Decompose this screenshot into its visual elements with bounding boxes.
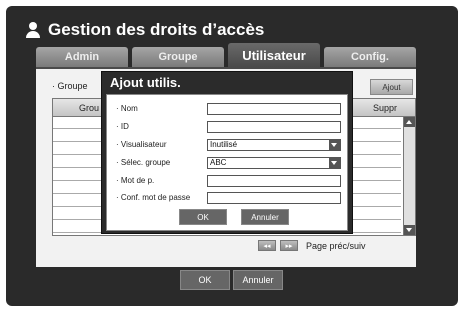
- viewer-select[interactable]: Inutilisé: [207, 139, 341, 151]
- group-filter-label: · Groupe: [52, 81, 88, 91]
- group-select-value: ABC: [210, 158, 227, 167]
- column-group-header: Grou: [79, 103, 100, 113]
- password-input[interactable]: [207, 175, 341, 187]
- field-row-id: · ID: [107, 121, 347, 135]
- dialog-body: · Nom · ID · Visualisateur Inutilisé · S…: [106, 94, 348, 231]
- dialog-cancel-button[interactable]: Annuler: [241, 209, 289, 225]
- password-label: · Mot de p.: [116, 176, 155, 185]
- id-input[interactable]: [207, 121, 341, 133]
- ok-button[interactable]: OK: [180, 270, 230, 290]
- tab-utilisateur[interactable]: Utilisateur: [228, 43, 320, 67]
- add-user-button[interactable]: Ajout: [370, 79, 413, 95]
- dialog-ok-button[interactable]: OK: [179, 209, 227, 225]
- scroll-up-icon[interactable]: [404, 117, 415, 127]
- confirm-password-input[interactable]: [207, 192, 341, 204]
- field-row-name: · Nom: [107, 103, 347, 117]
- page-header: Gestion des droits d’accès: [26, 17, 264, 43]
- field-row-password: · Mot de p.: [107, 175, 347, 189]
- scroll-down-icon[interactable]: [404, 225, 415, 235]
- group-select-label: · Sélec. groupe: [116, 158, 171, 167]
- viewer-select-value: Inutilisé: [210, 140, 238, 149]
- add-user-dialog: Ajout utilis. · Nom · ID · Visualisateur…: [101, 71, 353, 234]
- chevron-down-icon[interactable]: [329, 140, 340, 150]
- cancel-button[interactable]: Annuler: [233, 270, 283, 290]
- dialog-title: Ajout utilis.: [110, 75, 181, 90]
- prev-page-button[interactable]: ◂◂: [258, 240, 276, 251]
- table-scrollbar[interactable]: [403, 117, 415, 235]
- column-delete-header: Suppr: [373, 103, 398, 113]
- field-row-viewer: · Visualisateur Inutilisé: [107, 139, 347, 153]
- name-label: · Nom: [116, 104, 138, 113]
- field-row-confirm-password: · Conf. mot de passe: [107, 192, 347, 206]
- pager-label: Page préc/suiv: [306, 240, 366, 251]
- tab-groupe[interactable]: Groupe: [132, 47, 224, 67]
- field-row-group: · Sélec. groupe ABC: [107, 157, 347, 171]
- group-select[interactable]: ABC: [207, 157, 341, 169]
- name-input[interactable]: [207, 103, 341, 115]
- page-title: Gestion des droits d’accès: [48, 20, 265, 39]
- viewer-label: · Visualisateur: [116, 140, 167, 149]
- pager: ◂◂ ▸▸ Page préc/suiv: [258, 240, 366, 251]
- tab-bar: Admin Groupe Utilisateur Config.: [36, 43, 416, 67]
- chevron-down-icon[interactable]: [329, 158, 340, 168]
- id-label: · ID: [116, 122, 129, 131]
- confirm-password-label: · Conf. mot de passe: [116, 193, 191, 202]
- tab-config[interactable]: Config.: [324, 47, 416, 67]
- tab-admin[interactable]: Admin: [36, 47, 128, 67]
- next-page-button[interactable]: ▸▸: [280, 240, 298, 251]
- user-icon: [26, 22, 40, 38]
